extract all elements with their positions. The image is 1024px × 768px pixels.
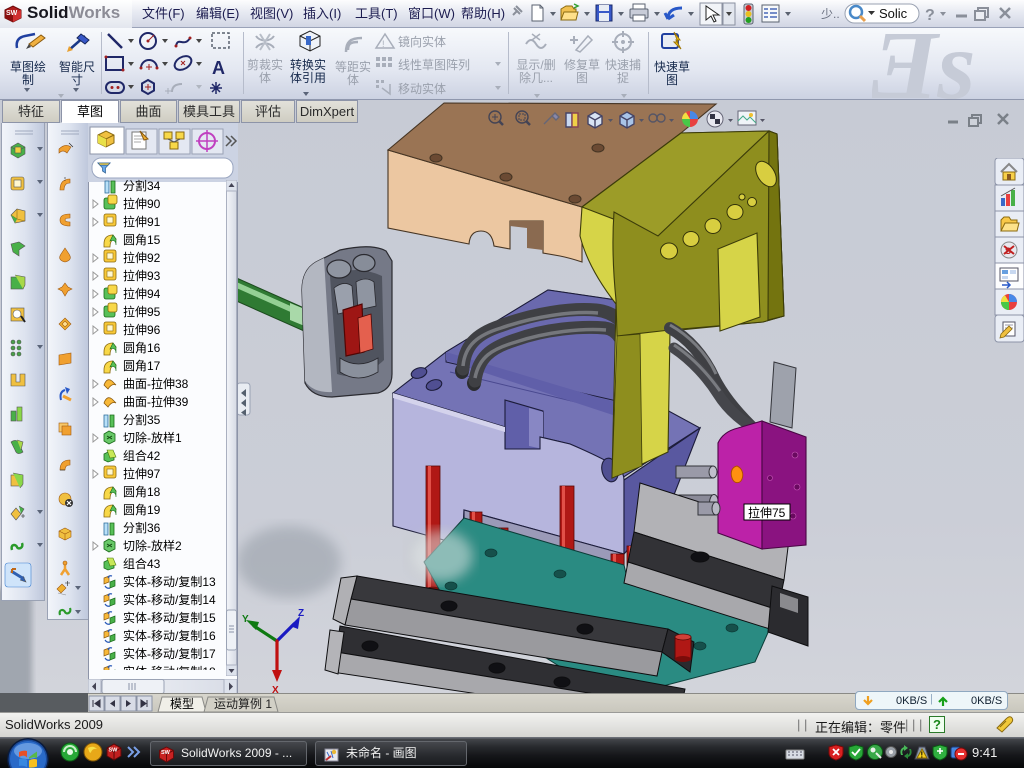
svg-text:实体-移动/复制16: 实体-移动/复制16 bbox=[123, 628, 216, 643]
svg-text:A: A bbox=[212, 58, 225, 78]
svg-text:Z: Z bbox=[298, 608, 304, 619]
svg-text:模型: 模型 bbox=[170, 697, 194, 711]
svg-text:实体-移动/复制18: 实体-移动/复制18 bbox=[123, 664, 216, 670]
svg-text:?: ? bbox=[933, 717, 941, 732]
svg-text:圆角19: 圆角19 bbox=[123, 503, 161, 517]
svg-text:实体-移动/复制17: 实体-移动/复制17 bbox=[123, 646, 216, 661]
svg-text:拉伸97: 拉伸97 bbox=[123, 466, 161, 481]
svg-text:拉伸92: 拉伸92 bbox=[123, 250, 161, 265]
svg-text:拉伸93: 拉伸93 bbox=[123, 268, 161, 283]
svg-text:拉伸96: 拉伸96 bbox=[123, 322, 161, 337]
svg-text:曲面-拉伸38: 曲面-拉伸38 bbox=[123, 376, 189, 391]
svg-text:曲面-拉伸39: 曲面-拉伸39 bbox=[123, 394, 189, 409]
svg-text:S: S bbox=[1005, 246, 1011, 256]
svg-text:拉伸94: 拉伸94 bbox=[123, 286, 161, 301]
svg-text:分割36: 分割36 bbox=[123, 520, 161, 535]
svg-text:切除-放样2: 切除-放样2 bbox=[123, 538, 182, 553]
svg-text:SW: SW bbox=[109, 748, 119, 754]
svg-text:拉伸91: 拉伸91 bbox=[123, 214, 161, 229]
svg-text:圆角16: 圆角16 bbox=[123, 341, 161, 355]
svg-text:拉伸90: 拉伸90 bbox=[123, 196, 161, 211]
svg-text:圆角15: 圆角15 bbox=[123, 233, 161, 247]
svg-text:组合42: 组合42 bbox=[123, 448, 161, 463]
svg-text:Y: Y bbox=[242, 614, 249, 625]
svg-text:少..: 少.. bbox=[821, 7, 840, 21]
svg-text:实体-移动/复制13: 实体-移动/复制13 bbox=[123, 574, 216, 589]
svg-text:圆角18: 圆角18 bbox=[123, 485, 161, 499]
svg-text:分割34: 分割34 bbox=[123, 178, 161, 193]
svg-text:9:41: 9:41 bbox=[972, 745, 997, 760]
svg-text:组合43: 组合43 bbox=[123, 556, 161, 571]
svg-text:实体-移动/复制14: 实体-移动/复制14 bbox=[123, 592, 216, 607]
svg-text:分割35: 分割35 bbox=[123, 412, 161, 427]
svg-text:SW: SW bbox=[161, 750, 171, 756]
svg-text:SW: SW bbox=[6, 10, 18, 17]
svg-text:!: ! bbox=[921, 751, 924, 760]
svg-text:切除-放样1: 切除-放样1 bbox=[123, 430, 182, 445]
svg-text:实体-移动/复制15: 实体-移动/复制15 bbox=[123, 610, 216, 625]
svg-text:运动算例 1: 运动算例 1 bbox=[214, 696, 272, 711]
svg-text:!: ! bbox=[382, 39, 385, 49]
svg-text:拉伸95: 拉伸95 bbox=[123, 304, 161, 319]
svg-text:圆角17: 圆角17 bbox=[123, 359, 161, 373]
svg-text:拉伸75: 拉伸75 bbox=[748, 505, 786, 520]
